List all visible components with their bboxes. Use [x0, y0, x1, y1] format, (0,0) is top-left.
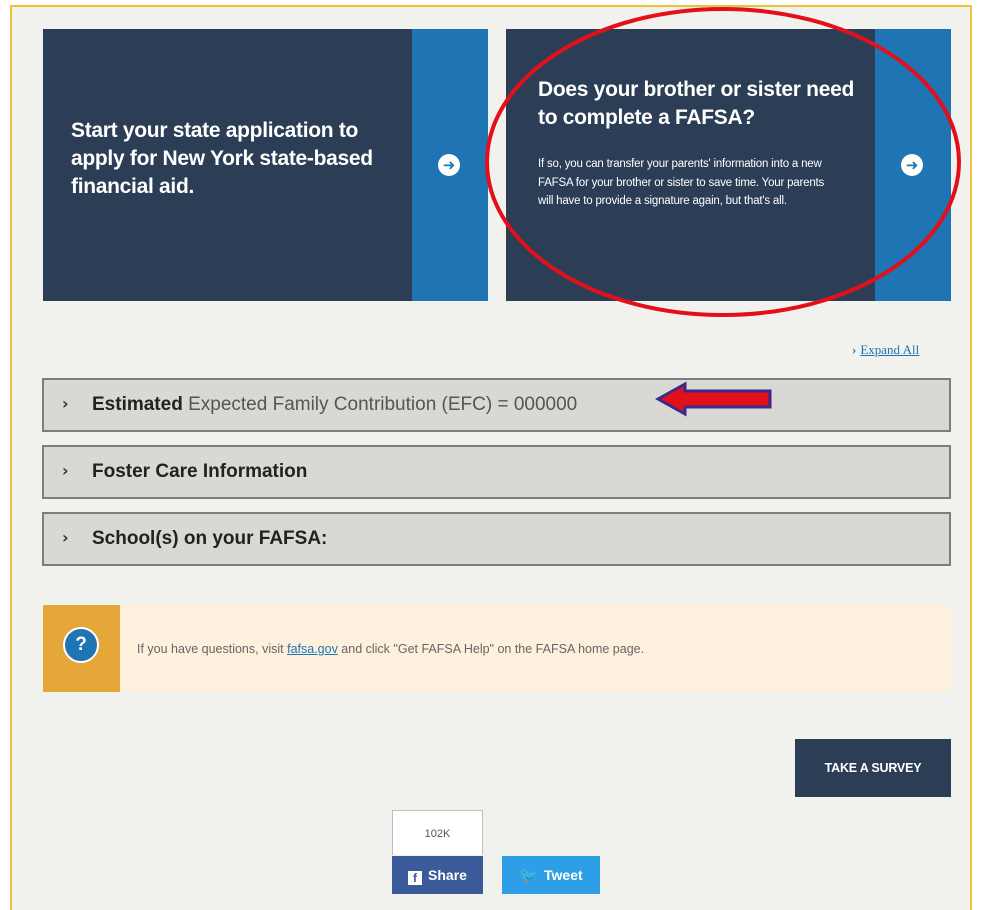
facebook-share-button[interactable]: f Share [392, 856, 483, 894]
tweet-label: Tweet [544, 867, 583, 883]
help-text-after: and click "Get FAFSA Help" on the FAFSA … [337, 642, 645, 656]
accordion-foster-care-strong: Foster Care Information [92, 461, 308, 482]
chevron-right-icon: › [62, 461, 69, 480]
help-text: If you have questions, visit fafsa.gov a… [137, 642, 644, 656]
accordion-foster-care-label: Foster Care Information [92, 461, 307, 483]
state-application-card[interactable]: Start your state application to apply fo… [43, 29, 488, 301]
card-arrow-strip[interactable]: ➜ [875, 29, 951, 301]
question-mark-icon: ? [63, 627, 99, 663]
card-arrow-strip[interactable]: ➜ [412, 29, 488, 301]
expand-all-link[interactable]: › Expand All [852, 342, 919, 358]
sibling-fafsa-card[interactable]: Does your brother or sister need to comp… [506, 29, 951, 301]
expand-all-label: Expand All [860, 342, 920, 357]
take-survey-button[interactable]: TAKE A SURVEY [795, 739, 951, 797]
sibling-fafsa-title: Does your brother or sister need to comp… [538, 78, 854, 129]
help-banner: ? If you have questions, visit fafsa.gov… [43, 605, 951, 692]
accordion-efc-strong: Estimated [92, 394, 183, 415]
sibling-fafsa-body: If so, you can transfer your parents' in… [538, 158, 825, 207]
share-label: Share [428, 867, 467, 883]
facebook-icon: f [408, 871, 423, 885]
accordion-schools-strong: School(s) on your FAFSA: [92, 528, 328, 549]
accordion-foster-care[interactable]: › Foster Care Information [42, 445, 951, 499]
fafsa-gov-link[interactable]: fafsa.gov [287, 642, 338, 656]
red-arrow-annotation [655, 381, 772, 417]
arrow-right-circle-icon[interactable]: ➜ [438, 154, 460, 176]
state-application-title: Start your state application to apply fo… [71, 119, 373, 198]
twitter-bird-icon: 🐦 [519, 866, 539, 884]
help-text-before: If you have questions, visit [137, 642, 288, 656]
arrow-right-circle-icon[interactable]: ➜ [901, 154, 923, 176]
accordion-schools[interactable]: › School(s) on your FAFSA: [42, 512, 951, 566]
chevron-right-icon: › [62, 528, 69, 547]
accordion-schools-label: School(s) on your FAFSA: [92, 528, 327, 550]
share-count: 102K [392, 810, 483, 855]
tweet-button[interactable]: 🐦 Tweet [502, 856, 600, 894]
accordion-efc[interactable]: › Estimated Expected Family Contribution… [42, 378, 951, 432]
accordion-efc-label: Estimated Expected Family Contribution (… [92, 394, 577, 416]
accordion-efc-rest: Expected Family Contribution (EFC) = 000… [182, 394, 578, 415]
chevron-right-icon: › [62, 394, 69, 413]
help-icon-panel: ? [43, 605, 120, 692]
chevron-right-icon: › [852, 342, 857, 357]
